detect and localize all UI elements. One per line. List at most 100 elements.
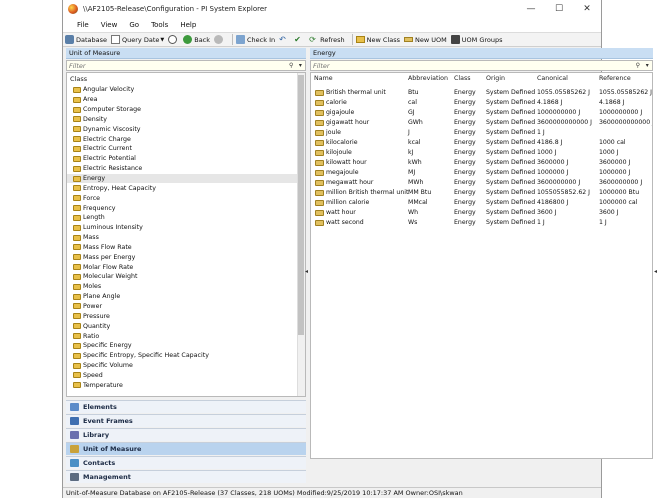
uom-filter-input[interactable] xyxy=(311,61,634,70)
class-item[interactable]: Power xyxy=(67,302,305,312)
check-in-button[interactable]: Check In xyxy=(236,35,275,44)
chevron-down-icon[interactable]: ▾ xyxy=(296,62,305,69)
table-row[interactable]: calorie cal Energy System Defined 4.1868 J 4.… xyxy=(311,98,646,108)
back-button[interactable]: Back xyxy=(183,35,210,44)
menu-help[interactable]: Help xyxy=(174,21,202,29)
cell-canonical: 1055.05585262 J xyxy=(537,89,590,96)
column-header-name[interactable]: Name xyxy=(314,75,333,82)
cell-canonical: 1000000000 J xyxy=(537,109,581,116)
chevron-down-icon[interactable]: ▾ xyxy=(643,62,652,69)
table-row[interactable]: gigawatt hour GWh Energy System Defined 3600… xyxy=(311,118,652,128)
class-item[interactable]: Electric Charge xyxy=(67,134,305,144)
class-list-scrollbar[interactable] xyxy=(297,73,305,396)
column-header-reference[interactable]: Reference xyxy=(599,75,631,82)
new-class-button[interactable]: New Class xyxy=(355,36,400,44)
nav-unit-of-measure[interactable]: Unit of Measure xyxy=(66,442,306,455)
column-header-class[interactable]: Class xyxy=(454,75,471,82)
search-icon[interactable]: ⚲ xyxy=(633,62,642,69)
class-item-label: Molar Flow Rate xyxy=(83,263,134,271)
class-item[interactable]: Angular Velocity xyxy=(67,85,305,95)
search-icon[interactable]: ⚲ xyxy=(287,62,296,69)
class-filter[interactable]: ⚲ ▾ xyxy=(66,60,306,71)
class-item[interactable]: Mass Flow Rate xyxy=(67,243,305,253)
menu-go[interactable]: Go xyxy=(123,21,145,29)
column-header-abbreviation[interactable]: Abbreviation xyxy=(408,75,448,82)
collapse-right-icon[interactable]: ◂ xyxy=(654,268,657,275)
table-row[interactable]: megajoule MJ Energy System Defined 1000000 J… xyxy=(311,168,646,178)
class-column-header[interactable]: Class xyxy=(67,73,305,85)
table-row[interactable]: watt hour Wh Energy System Defined 3600 J 360… xyxy=(311,208,646,218)
class-items: Angular Velocity Area Computer Storage Dens… xyxy=(67,85,305,390)
class-item[interactable]: Frequency xyxy=(67,203,305,213)
menu-view[interactable]: View xyxy=(95,21,124,29)
class-item[interactable]: Electric Potential xyxy=(67,154,305,164)
class-item[interactable]: Plane Angle xyxy=(67,292,305,302)
class-item[interactable]: Dynamic Viscosity xyxy=(67,124,305,134)
nav-library[interactable]: Library xyxy=(66,428,306,441)
class-item[interactable]: Specific Entropy, Specific Heat Capacity xyxy=(67,351,305,361)
column-header-origin[interactable]: Origin xyxy=(486,75,505,82)
class-item[interactable]: Pressure xyxy=(67,311,305,321)
uom-groups-button[interactable]: UOM Groups xyxy=(450,35,503,44)
table-row[interactable]: megawatt hour MWh Energy System Defined 3600… xyxy=(311,178,646,188)
class-item-label: Specific Energy xyxy=(83,342,132,350)
check-button[interactable]: ✔ xyxy=(294,35,305,44)
minimize-button[interactable]: — xyxy=(517,0,545,18)
class-item[interactable]: Length xyxy=(67,213,305,223)
table-row[interactable]: gigajoule GJ Energy System Defined 100000000… xyxy=(311,108,646,118)
table-row[interactable]: kilowatt hour kWh Energy System Defined 3600… xyxy=(311,158,646,168)
uom-filter[interactable]: ⚲ ▾ xyxy=(310,60,653,71)
nav-contacts[interactable]: Contacts xyxy=(66,456,306,469)
class-item[interactable]: Moles xyxy=(67,282,305,292)
table-row[interactable]: kilocalorie kcal Energy System Defined 4186.… xyxy=(311,138,646,148)
table-row[interactable]: million calorie MMcal Energy System Defined… xyxy=(311,198,646,208)
class-item[interactable]: Luminous Intensity xyxy=(67,223,305,233)
class-item[interactable]: Speed xyxy=(67,370,305,380)
class-item[interactable]: Molar Flow Rate xyxy=(67,262,305,272)
maximize-button[interactable]: ☐ xyxy=(545,0,573,18)
close-button[interactable]: ✕ xyxy=(573,0,601,18)
class-item[interactable]: Computer Storage xyxy=(67,105,305,115)
refresh-button[interactable]: ⟳ Refresh xyxy=(309,35,345,44)
new-uom-button[interactable]: New UOM xyxy=(404,36,447,44)
class-item[interactable]: Electric Resistance xyxy=(67,164,305,174)
table-row[interactable]: British thermal unit Btu Energy System Defi… xyxy=(311,88,652,98)
forward-button[interactable] xyxy=(214,35,225,44)
scrollbar-thumb[interactable] xyxy=(298,75,304,335)
class-item[interactable]: Specific Volume xyxy=(67,361,305,371)
folder-icon xyxy=(73,254,81,261)
nav-event-frames[interactable]: Event Frames xyxy=(66,414,306,427)
class-item[interactable]: Molecular Weight xyxy=(67,272,305,282)
class-item[interactable]: Entropy, Heat Capacity xyxy=(67,183,305,193)
class-item[interactable]: Mass per Energy xyxy=(67,252,305,262)
table-row[interactable]: kilojoule kJ Energy System Defined 1000 J 100… xyxy=(311,148,646,158)
class-item[interactable]: Energy xyxy=(67,173,305,184)
nav-elements[interactable]: Elements xyxy=(66,400,306,413)
class-item[interactable]: Specific Energy xyxy=(67,341,305,351)
nav-management[interactable]: Management xyxy=(66,470,306,483)
database-button[interactable]: Database xyxy=(65,35,107,44)
clock-button[interactable] xyxy=(168,35,179,44)
menu-bar: File View Go Tools Help xyxy=(63,18,601,32)
pi-logo-icon xyxy=(68,4,78,14)
table-row[interactable]: joule J Energy System Defined 1 J xyxy=(311,128,646,138)
class-item[interactable]: Mass xyxy=(67,233,305,243)
query-date-button[interactable]: Query Date ▼ xyxy=(111,35,164,44)
class-item[interactable]: Ratio xyxy=(67,331,305,341)
ruler-icon xyxy=(404,37,414,42)
class-item[interactable]: Force xyxy=(67,193,305,203)
table-row[interactable]: watt second Ws Energy System Defined 1 J1 J xyxy=(311,218,646,228)
menu-tools[interactable]: Tools xyxy=(145,21,174,29)
folder-icon xyxy=(73,362,81,369)
class-item[interactable]: Quantity xyxy=(67,321,305,331)
table-row[interactable]: million British thermal unit MM Btu Energy… xyxy=(311,188,646,198)
class-filter-input[interactable] xyxy=(67,61,287,70)
class-item[interactable]: Electric Current xyxy=(67,144,305,154)
collapse-left-icon[interactable]: ◂ xyxy=(305,268,308,275)
column-header-canonical[interactable]: Canonical xyxy=(537,75,568,82)
class-item[interactable]: Area xyxy=(67,95,305,105)
undo-button[interactable]: ↶ xyxy=(279,35,290,44)
menu-file[interactable]: File xyxy=(71,21,95,29)
class-item[interactable]: Temperature xyxy=(67,380,305,390)
class-item[interactable]: Density xyxy=(67,115,305,125)
